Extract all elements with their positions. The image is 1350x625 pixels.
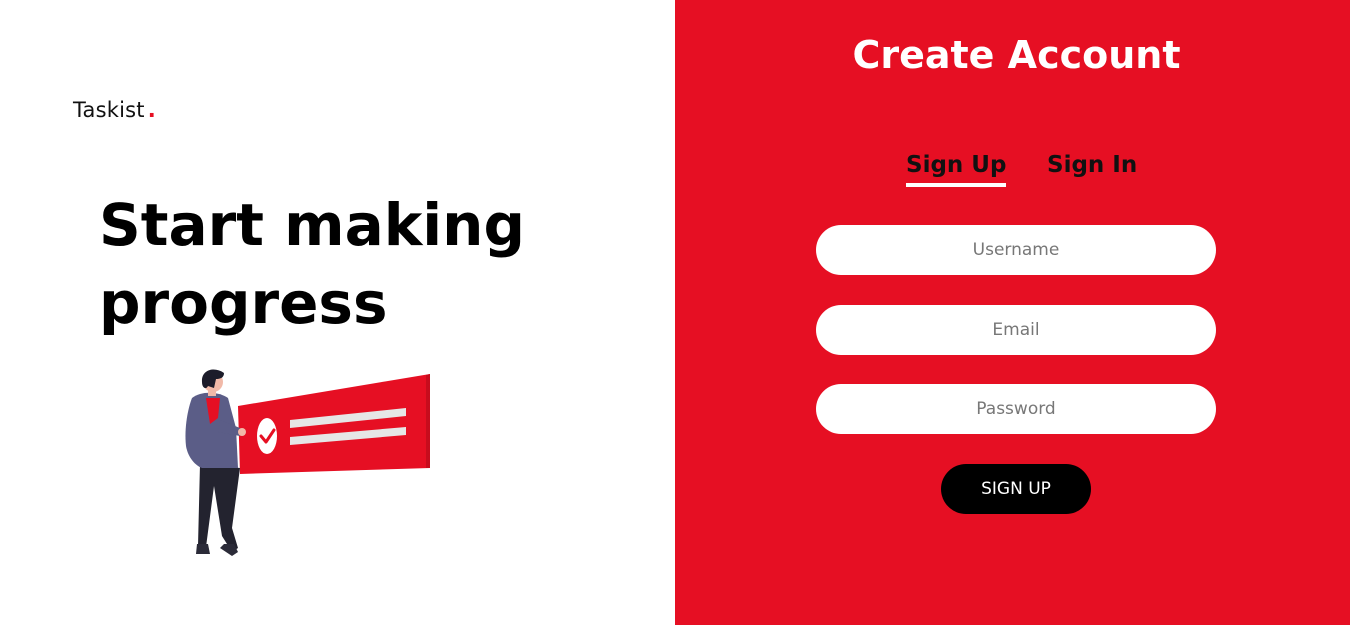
- hero-headline: Start making progress: [99, 186, 559, 342]
- page: Taskist. Start making progress Create Ac…: [0, 0, 1350, 625]
- brand-name: Taskist: [73, 98, 145, 122]
- person-legs: [198, 464, 240, 552]
- left-panel: Taskist. Start making progress: [0, 0, 675, 625]
- person-holding-checklist-illustration: [185, 369, 430, 556]
- brand-dot: .: [147, 98, 156, 122]
- tab-sign-up[interactable]: Sign Up: [906, 152, 1007, 187]
- brand-logo[interactable]: Taskist.: [73, 98, 156, 122]
- username-field[interactable]: [816, 225, 1216, 275]
- email-field[interactable]: [816, 305, 1216, 355]
- password-field[interactable]: [816, 384, 1216, 434]
- person-shoe-left: [196, 544, 210, 554]
- person-hand: [238, 428, 246, 436]
- form-title: Create Account: [852, 33, 1181, 77]
- checklist-board-edge: [426, 374, 430, 468]
- tab-sign-in[interactable]: Sign In: [1047, 152, 1137, 178]
- signup-panel: Create Account Sign Up Sign In SIGN UP: [675, 0, 1350, 625]
- sign-up-button[interactable]: SIGN UP: [941, 464, 1091, 514]
- hero-headline-line1: Start making: [99, 191, 525, 259]
- hero-headline-line2: progress: [99, 269, 388, 337]
